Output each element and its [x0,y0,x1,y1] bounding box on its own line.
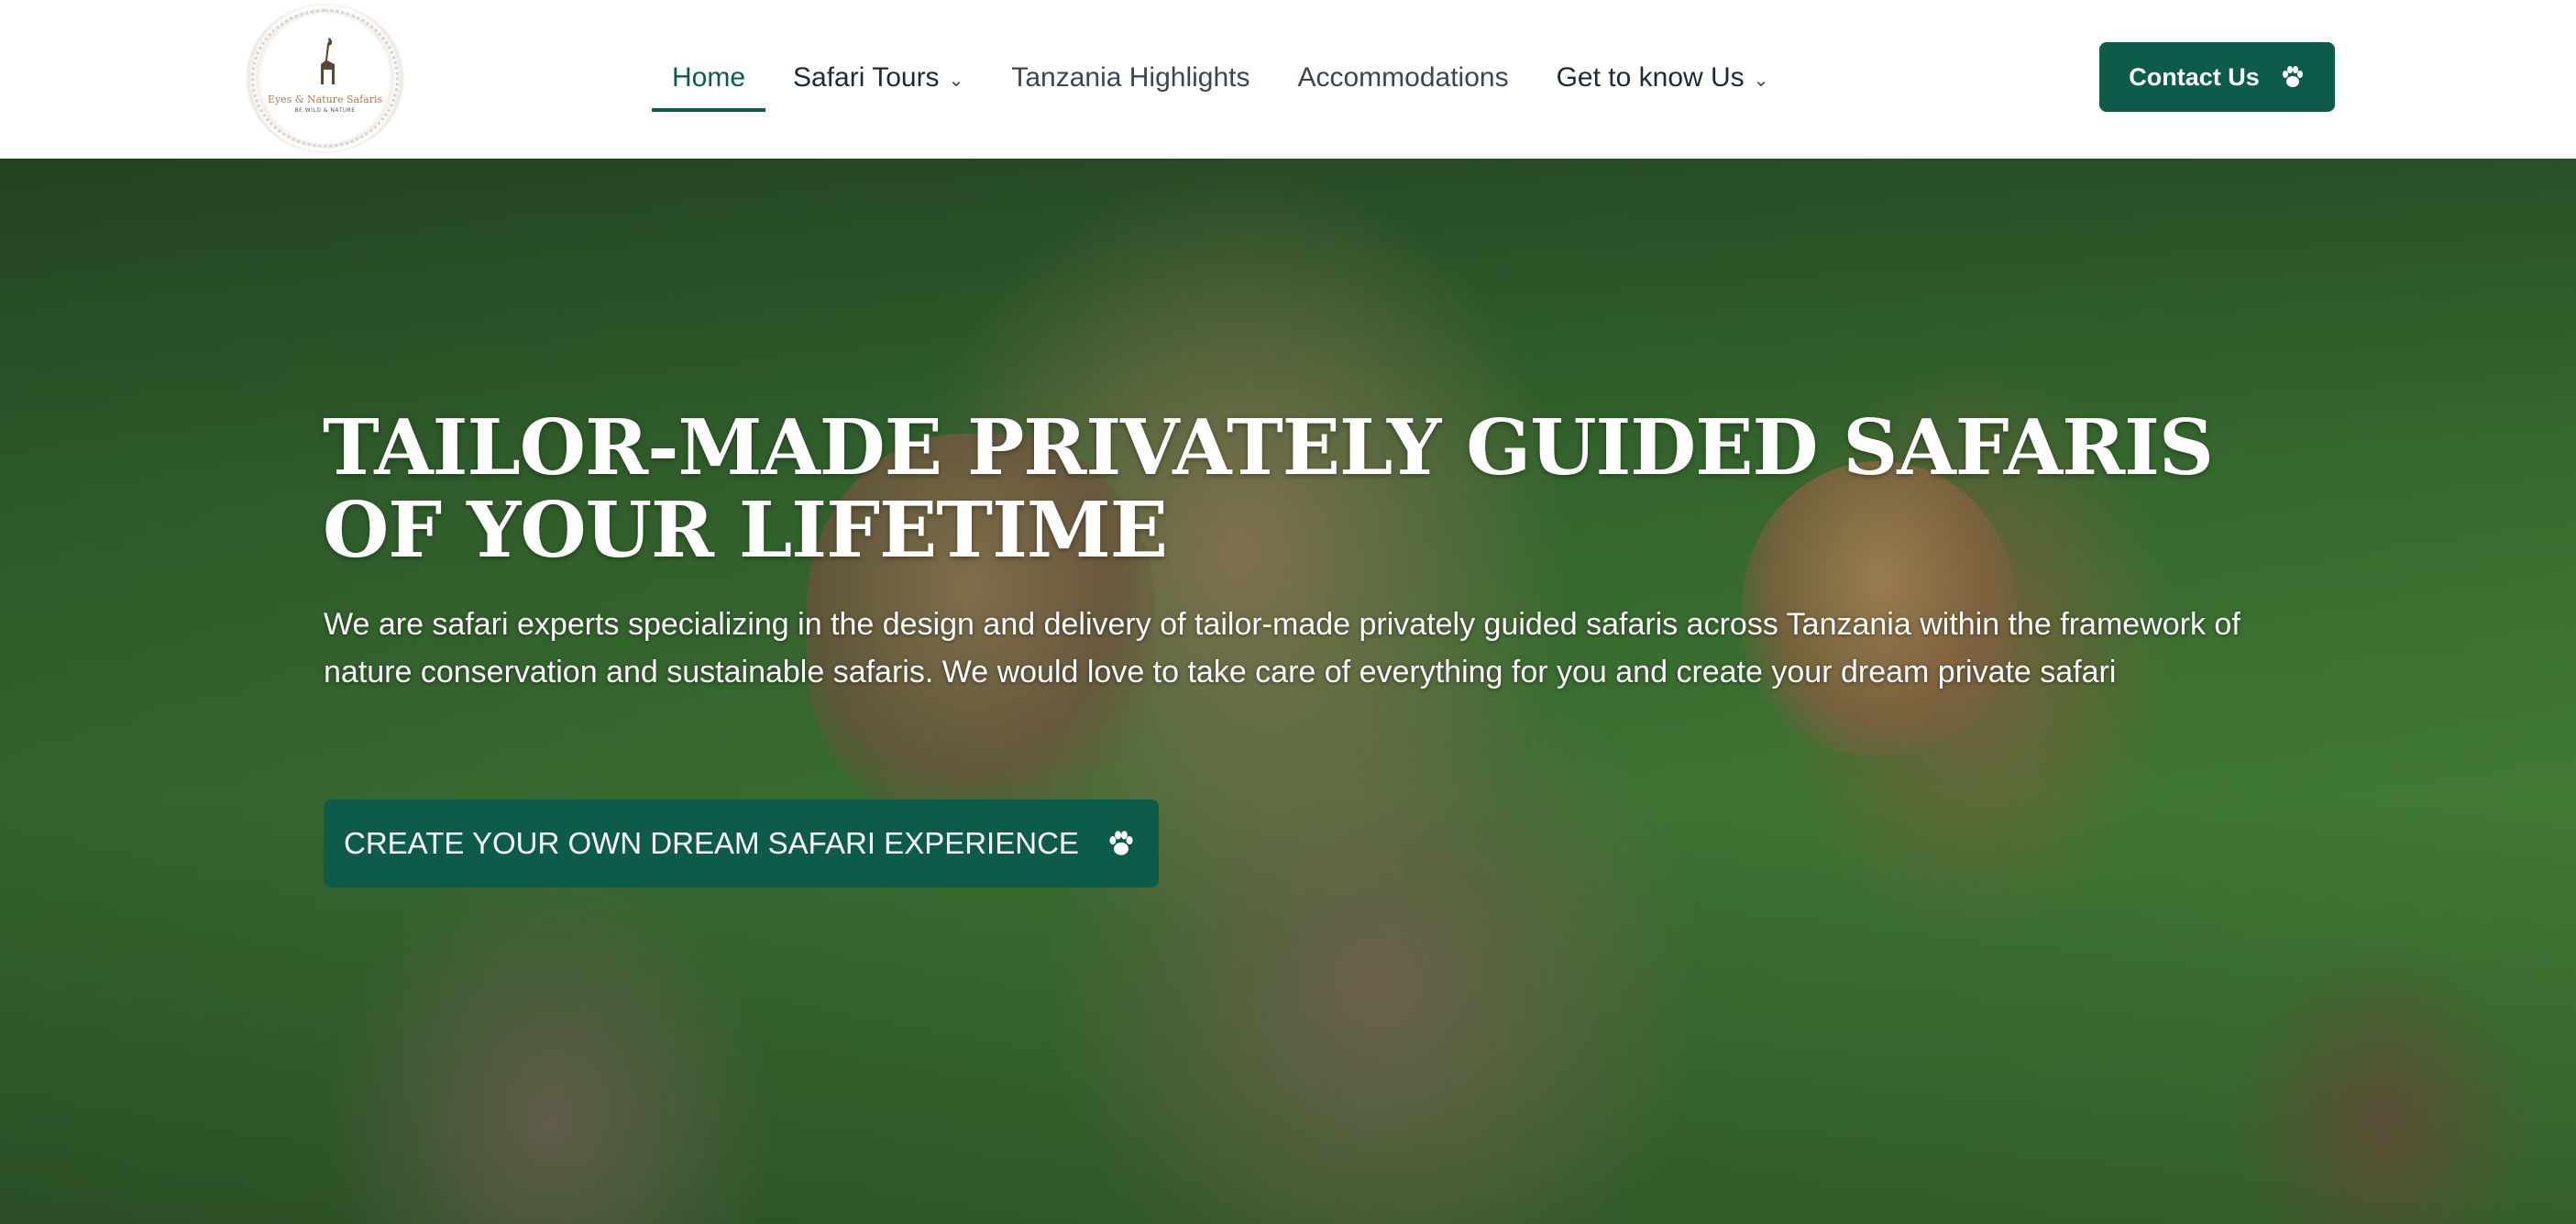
create-safari-label: CREATE YOUR OWN DREAM SAFARI EXPERIENCE [344,826,1079,860]
nav-item-label: Accommodations [1297,62,1509,93]
nav-item-get-to-know-us[interactable]: Get to know Us ⌄ [1536,37,1789,119]
chevron-down-icon: ⌄ [948,70,964,91]
paw-icon [1106,830,1136,857]
site-header: Eyes & Nature Safaris BE WILD & NATURE H… [0,0,2576,159]
nav-item-label: Home [672,62,746,93]
hero-title: TAILOR-MADE PRIVATELY GUIDED SAFARIS OF … [323,402,2214,575]
hero-description: We are safari experts specializing in th… [324,607,2240,689]
main-nav: Home Safari Tours ⌄ Tanzania Highlights … [652,37,1796,119]
nav-item-home[interactable]: Home [652,37,766,119]
chevron-down-icon: ⌄ [1753,70,1769,91]
contact-us-label: Contact Us [2129,62,2260,91]
logo-ring [251,9,399,148]
nav-item-accommodations[interactable]: Accommodations [1277,37,1528,119]
create-safari-button[interactable]: CREATE YOUR OWN DREAM SAFARI EXPERIENCE [324,799,1159,888]
nav-item-label: Tanzania Highlights [1011,62,1250,93]
contact-us-button[interactable]: Contact Us [2099,42,2335,112]
paw-icon [2280,65,2306,89]
nav-item-safari-tours[interactable]: Safari Tours ⌄ [773,37,984,119]
nav-item-label: Safari Tours [793,62,940,93]
nav-item-tanzania-highlights[interactable]: Tanzania Highlights [991,37,1270,119]
site-logo[interactable]: Eyes & Nature Safaris BE WILD & NATURE [246,4,404,153]
nav-item-label: Get to know Us [1556,62,1745,93]
